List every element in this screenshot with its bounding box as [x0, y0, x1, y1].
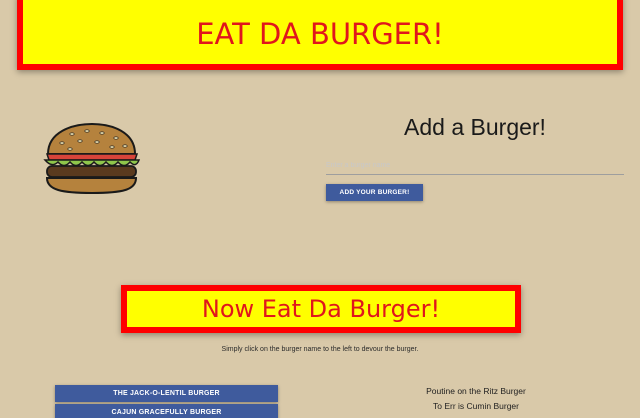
burger-icon [43, 122, 141, 195]
add-burger-button-label: ADD YOUR BURGER! [339, 189, 410, 196]
burger-name: THE JACK-O-LENTIL BURGER [113, 390, 220, 397]
header-title: EAT DA BURGER! [196, 17, 444, 51]
devoured-burger-item: Poutine on the Ritz Burger [426, 386, 526, 396]
devour-section-banner: Now Eat Da Burger! [121, 285, 521, 333]
devour-burger-button[interactable]: CAJUN GRACEFULLY BURGER [55, 404, 278, 418]
burger-logo-image [42, 122, 142, 196]
add-burger-heading: Add a Burger! [404, 114, 546, 140]
uneaten-burger-list: THE JACK-O-LENTIL BURGER CAJUN GRACEFULL… [55, 385, 278, 418]
burger-name: CAJUN GRACEFULLY BURGER [111, 409, 222, 416]
devour-instructions: Simply click on the burger name to the l… [221, 346, 419, 353]
devour-section-title: Now Eat Da Burger! [201, 295, 441, 323]
devour-burger-button[interactable]: THE JACK-O-LENTIL BURGER [55, 385, 278, 402]
devoured-burger-list: Poutine on the Ritz Burger To Err is Cum… [376, 386, 576, 416]
devoured-burger-item: To Err is Cumin Burger [433, 401, 519, 411]
header-banner: EAT DA BURGER! [17, 0, 623, 70]
burger-name-input[interactable] [326, 156, 624, 175]
add-burger-button[interactable]: ADD YOUR BURGER! [326, 184, 423, 201]
